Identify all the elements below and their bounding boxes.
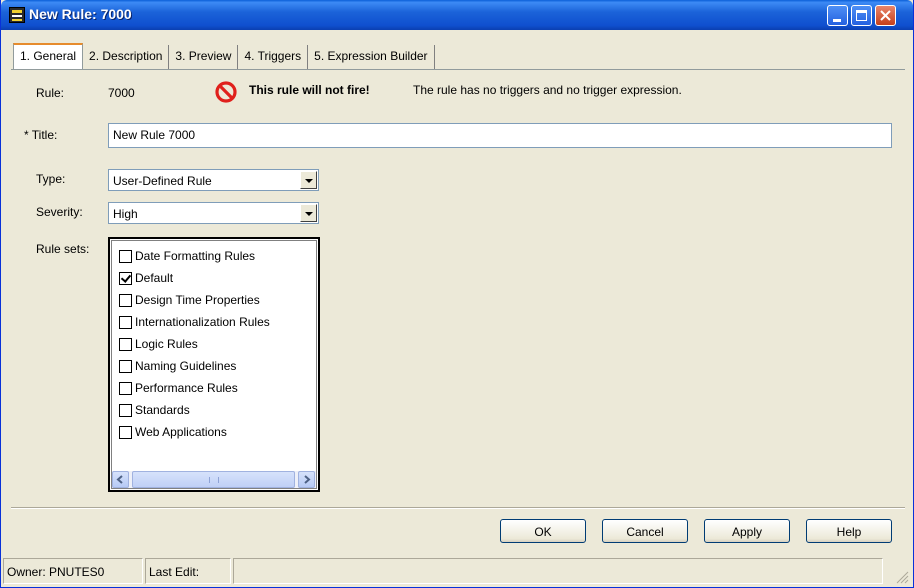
tab-triggers[interactable]: 4. Triggers: [238, 45, 309, 69]
close-button[interactable]: [875, 5, 896, 26]
tab-preview[interactable]: 3. Preview: [169, 45, 239, 69]
ruleset-item[interactable]: Internationalization Rules: [119, 312, 270, 332]
ruleset-label: Default: [135, 271, 174, 285]
type-label: Type:: [36, 172, 66, 186]
scroll-right-button[interactable]: [298, 471, 315, 488]
ruleset-checkbox[interactable]: [119, 381, 132, 395]
ruleset-item[interactable]: Performance Rules: [119, 378, 238, 398]
ruleset-label: Performance Rules: [135, 381, 238, 395]
rulesets-label: Rule sets:: [36, 242, 90, 256]
ok-button[interactable]: OK: [500, 519, 586, 543]
ruleset-label: Logic Rules: [135, 337, 198, 351]
title-input[interactable]: New Rule 7000: [108, 123, 892, 148]
rulesets-listbox[interactable]: Date Formatting Rules Default Design Tim…: [108, 237, 320, 492]
severity-label: Severity:: [36, 205, 83, 219]
ruleset-label: Standards: [135, 403, 190, 417]
scroll-thumb[interactable]: [132, 471, 295, 488]
maximize-button[interactable]: [851, 5, 872, 26]
ruleset-label: Web Applications: [135, 425, 227, 439]
warning-message: The rule has no triggers and no trigger …: [413, 83, 682, 97]
ruleset-checkbox[interactable]: [119, 293, 132, 307]
cancel-button[interactable]: Cancel: [602, 519, 688, 543]
apply-button[interactable]: Apply: [704, 519, 790, 543]
ruleset-checkbox[interactable]: [119, 337, 132, 351]
ruleset-checkbox[interactable]: [119, 403, 132, 417]
ruleset-checkbox[interactable]: [119, 359, 132, 373]
ruleset-label: Design Time Properties: [135, 293, 260, 307]
ruleset-checkbox[interactable]: [119, 315, 132, 329]
ruleset-item[interactable]: Standards: [119, 400, 190, 420]
help-button[interactable]: Help: [806, 519, 892, 543]
ruleset-item[interactable]: Default: [119, 268, 173, 288]
status-empty-panel: [233, 558, 883, 584]
type-select-value: User-Defined Rule: [113, 174, 212, 188]
maximize-icon: [856, 10, 867, 21]
ruleset-checkbox[interactable]: [119, 271, 132, 285]
severity-select-value: High: [113, 207, 138, 221]
ruleset-item[interactable]: Web Applications: [119, 422, 227, 442]
ruleset-label: Internationalization Rules: [135, 315, 270, 329]
owner-status: Owner: PNUTES0: [3, 558, 143, 584]
close-icon: [880, 10, 891, 21]
ruleset-label: Date Formatting Rules: [135, 249, 256, 263]
title-bar[interactable]: New Rule: 7000: [1, 0, 913, 30]
tab-strip: 1. General 2. Description 3. Preview 4. …: [13, 43, 435, 69]
chevron-down-icon[interactable]: [300, 171, 317, 189]
window-title: New Rule: 7000: [29, 6, 132, 22]
rule-number: 7000: [108, 86, 135, 100]
severity-select[interactable]: High: [108, 202, 319, 224]
ruleset-item[interactable]: Design Time Properties: [119, 290, 260, 310]
chevron-left-icon: [116, 475, 123, 484]
last-edit-status: Last Edit:: [145, 558, 231, 584]
grip-icon: [209, 477, 219, 483]
minimize-icon: [833, 19, 841, 22]
ruleset-checkbox[interactable]: [119, 249, 132, 263]
rule-dialog-window: New Rule: 7000 1. General 2. Description…: [0, 0, 914, 588]
status-bar: Owner: PNUTES0 Last Edit:: [1, 556, 913, 587]
resize-grip-icon[interactable]: [895, 570, 909, 584]
chevron-right-icon: [304, 475, 311, 484]
ruleset-item[interactable]: Naming Guidelines: [119, 356, 236, 376]
minimize-button[interactable]: [827, 5, 848, 26]
title-label: * Title:: [24, 128, 58, 142]
scroll-left-button[interactable]: [112, 471, 129, 488]
tab-expression-builder[interactable]: 5. Expression Builder: [308, 45, 435, 69]
warning-heading: This rule will not fire!: [249, 83, 370, 97]
tab-general[interactable]: 1. General: [13, 43, 84, 69]
ruleset-item[interactable]: Logic Rules: [119, 334, 198, 354]
type-select[interactable]: User-Defined Rule: [108, 169, 319, 191]
rule-app-icon: [9, 7, 25, 23]
tab-description[interactable]: 2. Description: [83, 45, 170, 69]
horizontal-scrollbar[interactable]: [112, 471, 316, 488]
rule-label: Rule:: [36, 86, 65, 100]
ruleset-checkbox[interactable]: [119, 425, 132, 439]
no-entry-icon: [215, 81, 237, 103]
footer-separator: [11, 507, 905, 509]
chevron-down-icon[interactable]: [300, 204, 317, 222]
ruleset-item[interactable]: Date Formatting Rules: [119, 246, 255, 266]
ruleset-label: Naming Guidelines: [135, 359, 237, 373]
